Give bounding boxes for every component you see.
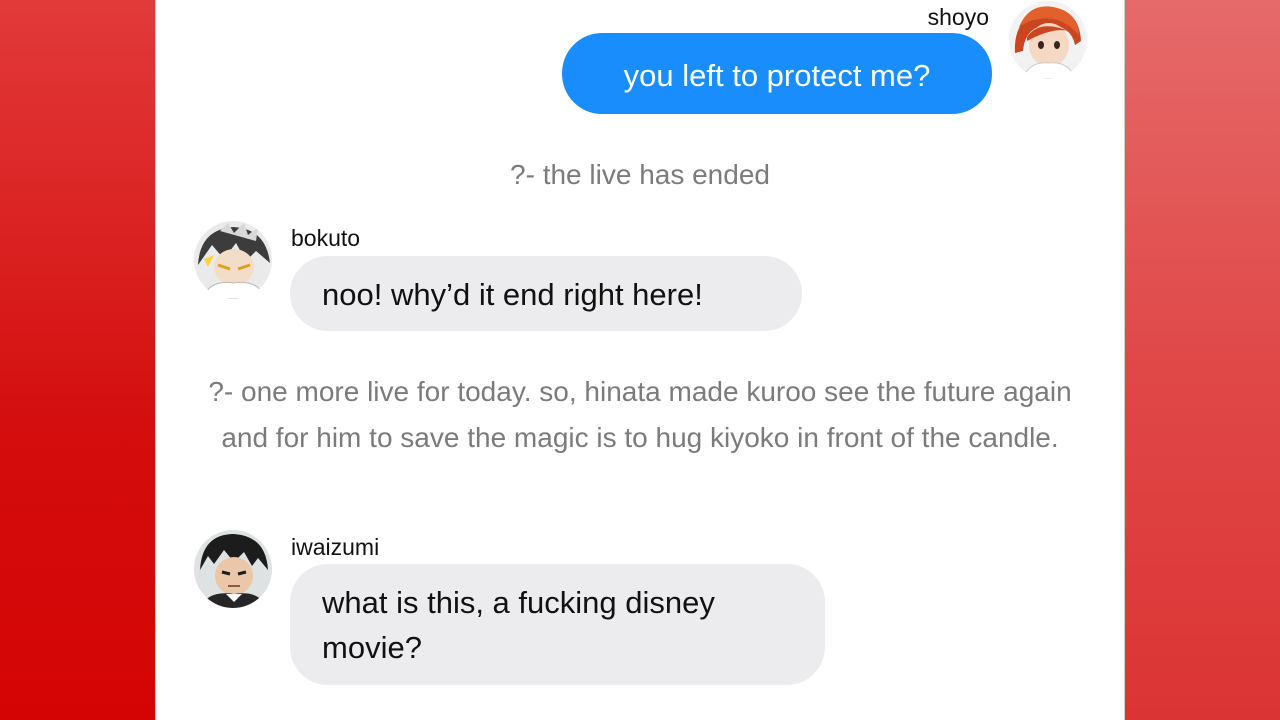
- message-bubble-bokuto[interactable]: noo! why’d it end right here!: [290, 256, 802, 331]
- sender-name-bokuto: bokuto: [291, 225, 361, 251]
- left-background-panel: [0, 0, 155, 720]
- iwaizumi-avatar-icon[interactable]: [194, 530, 272, 608]
- system-notice-one-more-live: ?- one more live for today. so, hinata m…: [208, 376, 1072, 453]
- chat-panel: shoyo you left to protect me? ?- the liv…: [155, 0, 1125, 720]
- sender-name-shoyo: shoyo: [927, 4, 989, 30]
- message-bubble-iwaizumi[interactable]: what is this, a fucking disney movie?: [290, 564, 825, 685]
- message-bubble-shoyo[interactable]: you left to protect me?: [562, 33, 992, 114]
- bokuto-avatar-icon[interactable]: [194, 221, 272, 299]
- right-background-panel: [1125, 0, 1280, 720]
- sender-name-iwaizumi: iwaizumi: [291, 534, 380, 560]
- system-notice-live-ended: ?- the live has ended: [510, 159, 770, 190]
- shoyo-avatar-icon[interactable]: [1009, 1, 1087, 79]
